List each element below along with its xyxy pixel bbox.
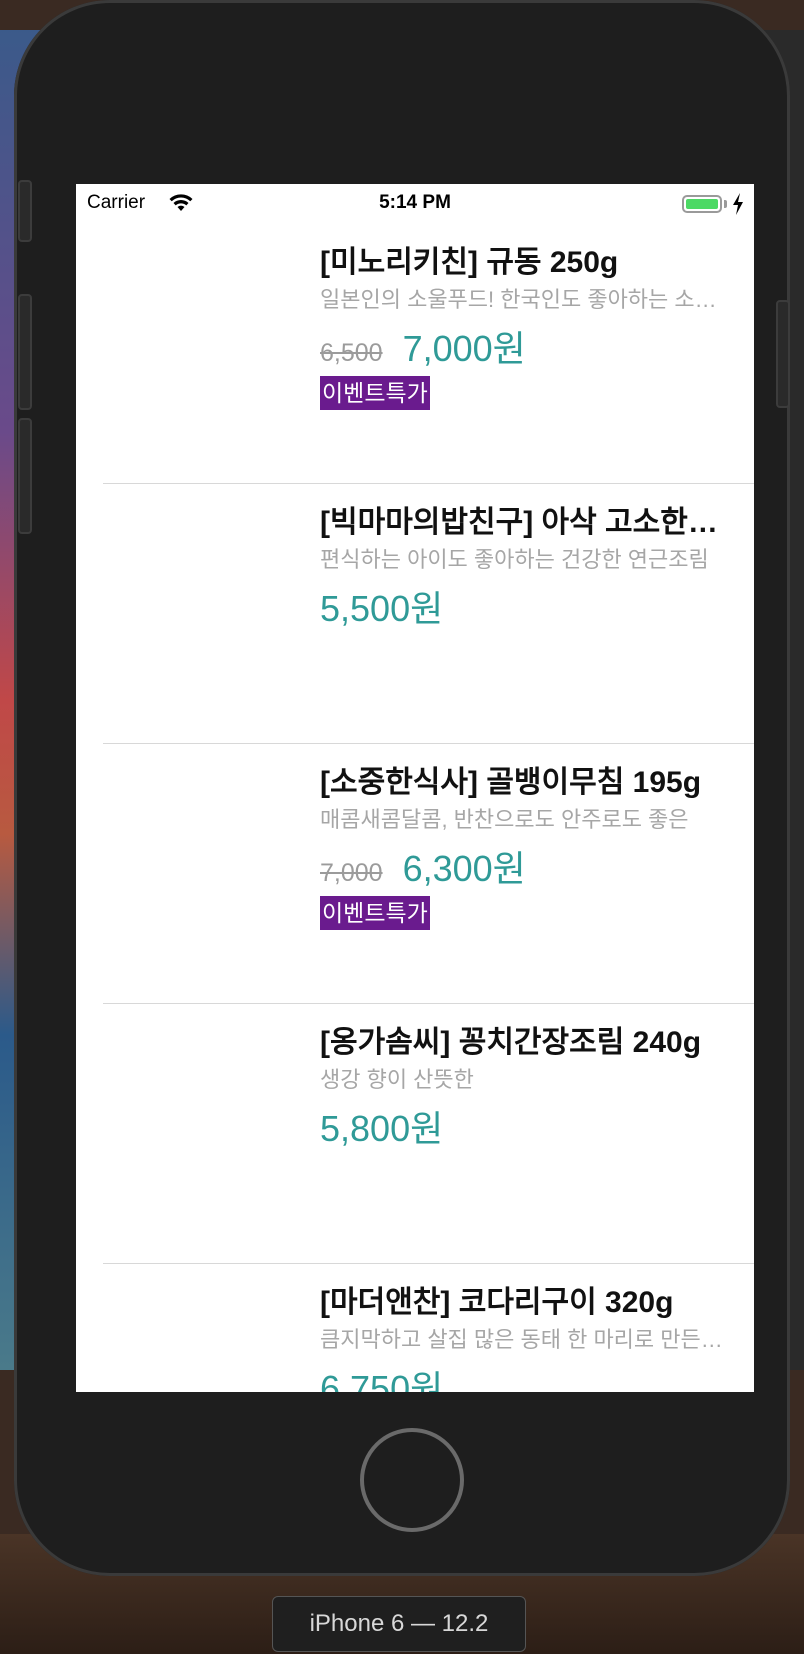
product-title: [마더앤찬] 코다리구이 320g xyxy=(320,1286,674,1319)
battery-tip xyxy=(724,200,727,208)
sale-price: 5,800원 xyxy=(320,1108,444,1149)
product-description: 일본인의 소울푸드! 한국인도 좋아하는 소… xyxy=(320,287,717,312)
charging-bolt-icon xyxy=(733,193,743,215)
power-button[interactable] xyxy=(776,300,790,408)
product-row[interactable]: [빅마마의밥친구] 아삭 고소한… 편식하는 아이도 좋아하는 건강한 연근조림… xyxy=(76,484,754,744)
price-line: 6,750원 xyxy=(320,1360,443,1392)
product-description: 편식하는 아이도 좋아하는 건강한 연근조림 xyxy=(320,547,709,572)
sale-price: 6,750원 xyxy=(320,1368,444,1392)
sale-price: 5,500원 xyxy=(320,588,444,629)
price-line: 6,500 7,000원 xyxy=(320,320,526,369)
home-button[interactable] xyxy=(360,1428,464,1532)
battery-level-fill xyxy=(686,199,718,209)
status-bar: Carrier 5:14 PM xyxy=(76,184,754,224)
product-title: [소중한식사] 골뱅이무침 195g xyxy=(320,766,702,799)
original-price: 6,500 xyxy=(320,339,383,367)
price-line: 7,000 6,300원 xyxy=(320,840,526,889)
product-list[interactable]: [미노리키친] 규동 250g 일본인의 소울푸드! 한국인도 좋아하는 소… … xyxy=(76,224,754,1392)
price-line: 5,800원 xyxy=(320,1100,443,1149)
device-screen: Carrier 5:14 PM [미노리키친] 규동 250g 일본인의 소울푸… xyxy=(76,184,754,1392)
event-badge: 이벤트특가 xyxy=(320,896,430,930)
mute-switch[interactable] xyxy=(18,180,32,242)
sale-price: 7,000원 xyxy=(402,328,526,369)
product-thumbnail xyxy=(103,1022,303,1222)
product-row[interactable]: [옹가솜씨] 꽁치간장조림 240g 생강 향이 산뜻한 5,800원 xyxy=(76,1004,754,1264)
product-thumbnail xyxy=(103,242,303,442)
product-row[interactable]: [소중한식사] 골뱅이무침 195g 매콤새콤달콤, 반찬으로도 안주로도 좋은… xyxy=(76,744,754,1004)
product-thumbnail xyxy=(103,1282,303,1392)
simulator-device-label: iPhone 6 — 12.2 xyxy=(272,1596,526,1652)
event-badge: 이벤트특가 xyxy=(320,376,430,410)
product-row[interactable]: [미노리키친] 규동 250g 일본인의 소울푸드! 한국인도 좋아하는 소… … xyxy=(76,224,754,484)
product-title: [옹가솜씨] 꽁치간장조림 240g xyxy=(320,1026,702,1059)
product-thumbnail xyxy=(103,762,303,962)
product-thumbnail xyxy=(103,502,303,702)
product-title: [빅마마의밥친구] 아삭 고소한… xyxy=(320,506,718,539)
volume-down-button[interactable] xyxy=(18,418,32,534)
iphone-simulator-frame: Carrier 5:14 PM [미노리키친] 규동 250g 일본인의 소울푸… xyxy=(14,0,790,1576)
battery-icon xyxy=(682,195,722,213)
product-description: 매콤새콤달콤, 반찬으로도 안주로도 좋은 xyxy=(320,807,689,832)
original-price: 7,000 xyxy=(320,859,383,887)
sale-price: 6,300원 xyxy=(402,848,526,889)
product-title: [미노리키친] 규동 250g xyxy=(320,246,619,279)
status-time: 5:14 PM xyxy=(379,192,451,213)
product-description: 생강 향이 산뜻한 xyxy=(320,1067,474,1092)
price-line: 5,500원 xyxy=(320,580,443,629)
volume-up-button[interactable] xyxy=(18,294,32,410)
product-description: 큼지막하고 살집 많은 동태 한 마리로 만든… xyxy=(320,1327,723,1352)
product-row[interactable]: [마더앤찬] 코다리구이 320g 큼지막하고 살집 많은 동태 한 마리로 만… xyxy=(76,1264,754,1392)
